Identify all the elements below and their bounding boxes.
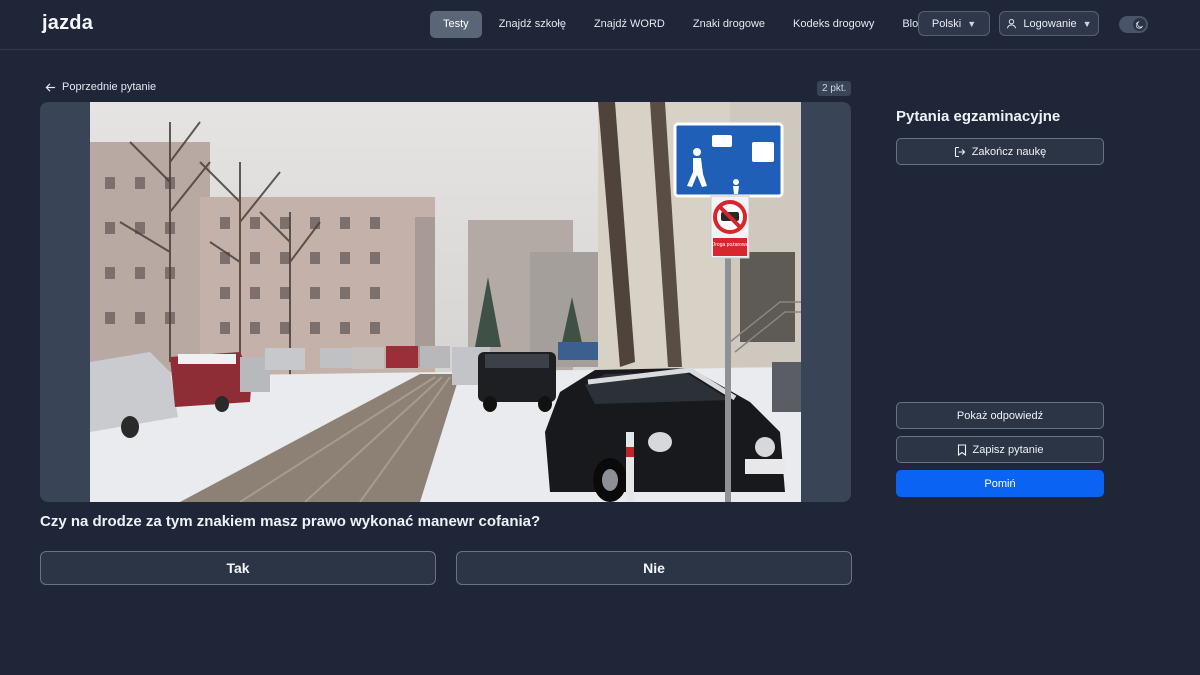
previous-question-link[interactable]: Poprzednie pytanie [45, 81, 156, 93]
login-label: Logowanie [1023, 17, 1077, 30]
main-nav: Testy Znajdź szkołę Znajdź WORD Znaki dr… [430, 11, 938, 38]
language-label: Polski [931, 17, 962, 30]
nav-item-znajdz-word[interactable]: Znajdź WORD [580, 11, 679, 38]
logo[interactable]: jazda [42, 12, 93, 35]
answer-no-button[interactable]: Nie [456, 551, 852, 585]
chevron-down-icon: ▼ [967, 18, 977, 29]
login-button[interactable]: Logowanie ▼ [999, 11, 1099, 36]
finish-learning-label: Zakończ naukę [971, 145, 1047, 158]
answer-yes-button[interactable]: Tak [40, 551, 436, 585]
logout-icon [954, 146, 966, 158]
panel-title: Pytania egzaminacyjne [896, 108, 1061, 125]
theme-toggle[interactable] [1119, 16, 1148, 33]
question-image: Droga pożarowa [90, 102, 801, 502]
moon-icon [1133, 18, 1146, 31]
show-answer-button[interactable]: Pokaż odpowiedź [896, 402, 1104, 429]
top-header: jazda Testy Znajdź szkołę Znajdź WORD Zn… [0, 0, 1200, 50]
arrow-left-icon [45, 82, 56, 93]
nav-item-testy[interactable]: Testy [430, 11, 482, 38]
nav-item-kodeks-drogowy[interactable]: Kodeks drogowy [779, 11, 888, 38]
user-icon [1006, 18, 1017, 29]
language-select[interactable]: Polski ▼ [918, 11, 990, 36]
nav-item-znaki-drogowe[interactable]: Znaki drogowe [679, 11, 779, 38]
save-question-label: Zapisz pytanie [972, 443, 1044, 456]
save-question-button[interactable]: Zapisz pytanie [896, 436, 1104, 463]
bookmark-icon [957, 443, 967, 456]
previous-question-label: Poprzednie pytanie [62, 81, 157, 93]
finish-learning-button[interactable]: Zakończ naukę [896, 138, 1104, 165]
question-text: Czy na drodze za tym znakiem masz prawo … [40, 513, 541, 530]
skip-button[interactable]: Pomiń [896, 470, 1104, 497]
sign-label: Droga pożarowa [712, 242, 749, 248]
chevron-down-icon: ▼ [1082, 18, 1092, 29]
question-media: Droga pożarowa [40, 102, 851, 502]
nav-item-znajdz-szkole[interactable]: Znajdź szkołę [485, 11, 580, 38]
points-badge: 2 pkt. [817, 81, 852, 96]
